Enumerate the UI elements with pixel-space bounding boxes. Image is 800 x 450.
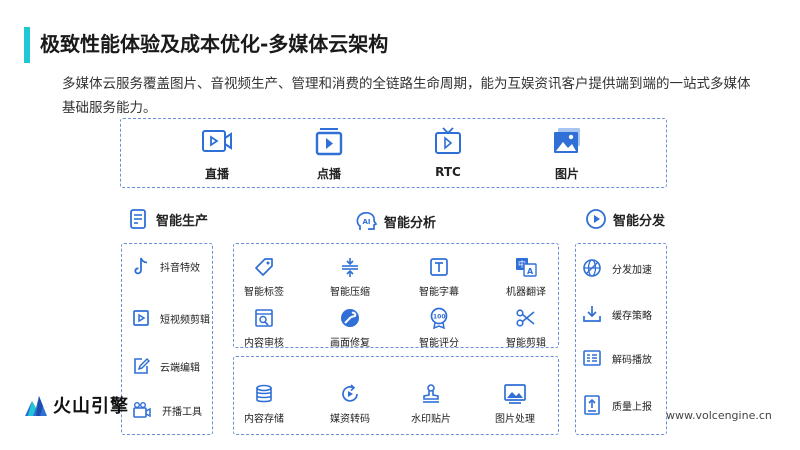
score-icon: 100 bbox=[430, 307, 448, 329]
rtc-tv-icon bbox=[435, 127, 461, 154]
analysis-label-clip: 智能剪辑 bbox=[506, 338, 546, 349]
volcano-logo-icon bbox=[25, 396, 47, 416]
analysis-item-compress: 智能压缩 bbox=[308, 256, 392, 298]
analysis-item-subtitle: 智能字幕 bbox=[397, 256, 481, 298]
translate-icon: 中 A bbox=[516, 258, 537, 277]
storage-item-image-process: 图片处理 bbox=[473, 383, 557, 425]
brand-logo: 火山引擎 bbox=[24, 392, 129, 418]
stamp-icon bbox=[423, 384, 439, 403]
camera-icon bbox=[133, 402, 151, 418]
storage-label-image-process: 图片处理 bbox=[495, 414, 535, 425]
storage-label-transcode: 媒资转码 bbox=[330, 414, 370, 425]
analysis-item-repair: 画面修复 bbox=[308, 307, 392, 349]
analysis-item-clip: 智能剪辑 bbox=[484, 307, 568, 349]
vod-play-icon bbox=[315, 128, 343, 156]
media-item-image: 图片 bbox=[532, 126, 602, 182]
title-accent-bar bbox=[24, 27, 30, 63]
brand-name: 火山引擎 bbox=[53, 396, 129, 417]
tiktok-icon bbox=[134, 257, 148, 275]
storage-item-transcode: 媒资转码 bbox=[308, 383, 392, 425]
video-edit-icon bbox=[133, 310, 149, 326]
distribution-label-cache: 缓存策略 bbox=[612, 310, 652, 322]
database-icon bbox=[256, 384, 272, 403]
download-icon bbox=[583, 306, 601, 322]
storage-item-watermark: 水印贴片 bbox=[389, 383, 473, 425]
analysis-item-score: 100 智能评分 bbox=[397, 307, 481, 349]
decode-icon bbox=[583, 350, 601, 366]
media-label-live: 直播 bbox=[204, 167, 229, 181]
page-title: 极致性能体验及成本优化-多媒体云架构 bbox=[40, 32, 389, 56]
analysis-label-score: 智能评分 bbox=[419, 338, 459, 349]
production-item-tiktok: 抖音特效 bbox=[132, 256, 200, 276]
image-icon bbox=[554, 128, 580, 153]
upload-report-icon bbox=[584, 395, 600, 415]
document-edit-icon bbox=[130, 209, 146, 229]
media-item-rtc: RTC bbox=[413, 126, 483, 179]
review-icon bbox=[255, 309, 273, 327]
storage-label-content: 内容存储 bbox=[244, 414, 284, 425]
compress-icon bbox=[342, 258, 358, 277]
media-item-live: 直播 bbox=[182, 126, 252, 182]
picture-process-icon bbox=[504, 384, 526, 404]
live-video-icon bbox=[202, 130, 232, 152]
production-label-tiktok: 抖音特效 bbox=[160, 262, 200, 274]
media-label-image: 图片 bbox=[554, 167, 579, 181]
production-item-video-edit: 短视频剪辑 bbox=[132, 308, 210, 328]
distribution-item-cache: 缓存策略 bbox=[582, 304, 652, 324]
distribution-label-quality: 质量上报 bbox=[612, 401, 652, 413]
svg-text:AI: AI bbox=[363, 218, 371, 226]
footer-url: www.volcengine.cn bbox=[666, 409, 772, 422]
play-circle-icon bbox=[586, 209, 606, 229]
distribution-item-accelerate: 分发加速 bbox=[582, 258, 652, 278]
analysis-item-translate: 中 A 机器翻译 bbox=[484, 256, 568, 298]
svg-text:A: A bbox=[527, 267, 534, 276]
svg-text:100: 100 bbox=[433, 314, 446, 321]
analysis-label-repair: 画面修复 bbox=[330, 338, 370, 349]
ai-head-icon: AI bbox=[356, 212, 378, 230]
page-description: 多媒体云服务覆盖图片、音视频生产、管理和消费的全链路生命周期，能为互娱资讯客户提… bbox=[62, 76, 751, 116]
section-title-analysis: 智能分析 bbox=[384, 215, 437, 231]
production-label-video-edit: 短视频剪辑 bbox=[160, 314, 210, 326]
section-title-distribution: 智能分发 bbox=[613, 213, 666, 229]
analysis-label-translate: 机器翻译 bbox=[506, 287, 546, 298]
distribution-label-decode: 解码播放 bbox=[612, 354, 652, 366]
tag-icon bbox=[255, 258, 273, 276]
section-header-distribution: 智能分发 bbox=[585, 208, 665, 230]
subtitle-icon bbox=[430, 258, 448, 276]
section-title-production: 智能生产 bbox=[156, 213, 209, 229]
media-label-vod: 点播 bbox=[316, 167, 341, 181]
analysis-label-review: 内容审核 bbox=[244, 338, 284, 349]
section-header-production: 智能生产 bbox=[128, 208, 208, 230]
media-item-vod: 点播 bbox=[294, 126, 364, 182]
production-label-cloud-edit: 云端编辑 bbox=[160, 362, 200, 374]
section-header-analysis: AI 智能分析 bbox=[354, 210, 436, 232]
storage-item-content: 内容存储 bbox=[222, 383, 306, 425]
analysis-label-tag: 智能标签 bbox=[244, 287, 284, 298]
transcode-icon bbox=[342, 384, 358, 402]
globe-icon bbox=[583, 259, 601, 277]
production-item-broadcast-tool: 开播工具 bbox=[132, 400, 202, 420]
distribution-item-decode: 解码播放 bbox=[582, 348, 652, 368]
repair-icon bbox=[341, 309, 359, 327]
analysis-item-tag: 智能标签 bbox=[222, 256, 306, 298]
analysis-label-compress: 智能压缩 bbox=[330, 287, 370, 298]
distribution-item-quality: 质量上报 bbox=[582, 394, 652, 416]
pencil-edit-icon bbox=[134, 357, 150, 374]
production-label-broadcast-tool: 开播工具 bbox=[162, 406, 202, 418]
media-label-rtc: RTC bbox=[435, 165, 461, 179]
analysis-item-review: 内容审核 bbox=[222, 307, 306, 349]
production-item-cloud-edit: 云端编辑 bbox=[132, 356, 200, 376]
scissors-icon bbox=[516, 309, 535, 327]
storage-label-watermark: 水印贴片 bbox=[411, 414, 451, 425]
analysis-label-subtitle: 智能字幕 bbox=[419, 287, 459, 298]
distribution-label-accelerate: 分发加速 bbox=[612, 264, 652, 276]
